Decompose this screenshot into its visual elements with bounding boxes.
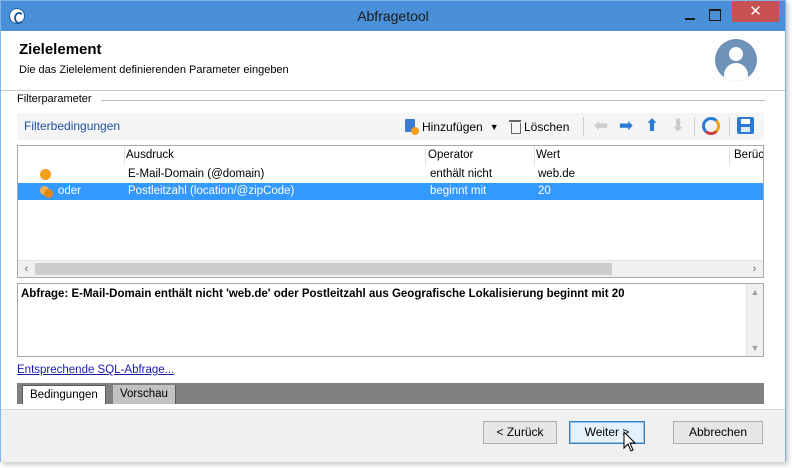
minimize-button[interactable] [683, 11, 697, 21]
row-value: web.de [538, 168, 576, 180]
query-summary[interactable]: Abfrage: E-Mail-Domain enthält nicht 'we… [17, 283, 764, 357]
row-link-operator[interactable]: oder [58, 185, 81, 197]
column-header-value[interactable]: Wert [536, 149, 560, 161]
group-label: Filterparameter [17, 93, 95, 105]
tab-conditions[interactable]: Bedingungen [22, 385, 106, 404]
vertical-scrollbar[interactable]: ▲ ▼ [746, 284, 763, 356]
user-icon [715, 39, 757, 81]
maximize-button[interactable] [709, 9, 721, 21]
user-icon-body [724, 63, 748, 81]
column-header-expression[interactable]: Ausdruck [126, 149, 174, 161]
column-header-consider[interactable]: Berüc [734, 149, 763, 161]
scroll-up-icon[interactable]: ▲ [747, 284, 763, 300]
query-summary-text: Abfrage: E-Mail-Domain enthält nicht 'we… [21, 288, 625, 300]
window-title: Abfragetool [357, 8, 429, 24]
add-button-label: Hinzufügen [422, 119, 483, 134]
table-row-selected[interactable]: oder Postleitzahl (location/@zipCode) be… [18, 183, 763, 200]
column-divider [425, 146, 426, 165]
conditions-grid[interactable]: Ausdruck Operator Wert Berüc E-Mail-Doma… [17, 145, 764, 278]
arrow-right-icon[interactable]: ➡ [616, 116, 636, 136]
row-expression: Postleitzahl (location/@zipCode) [128, 185, 295, 197]
title-bar[interactable]: Abfragetool ✕ [1, 1, 785, 31]
row-value: 20 [538, 185, 551, 197]
button-bar: < Zurück Weiter > Abbrechen [1, 409, 785, 462]
column-divider [124, 146, 125, 165]
page-title: Zielelement [19, 41, 102, 58]
arrow-left-icon[interactable]: ⬅ [591, 116, 611, 136]
dialog-window: Abfragetool ✕ Zielelement Die das Zielel… [0, 0, 786, 462]
delete-button-label: Löschen [524, 119, 570, 134]
scroll-down-icon[interactable]: ▼ [747, 340, 763, 356]
row-operator: beginnt mit [430, 185, 487, 197]
group-divider [101, 100, 765, 101]
sql-query-link[interactable]: Entsprechende SQL-Abfrage... [17, 364, 174, 376]
combined-condition-icon [40, 186, 53, 198]
condition-icon [40, 169, 51, 180]
refresh-icon[interactable] [702, 117, 720, 135]
grid-header: Ausdruck Operator Wert Berüc [18, 146, 763, 165]
add-icon [403, 118, 419, 135]
delete-button[interactable]: Löschen [509, 116, 569, 137]
wizard-header: Zielelement Die das Zielelement definier… [1, 31, 785, 91]
scroll-left-icon[interactable]: ‹ [18, 261, 35, 277]
table-row[interactable]: E-Mail-Domain (@domain) enthält nicht we… [18, 166, 763, 183]
arrow-up-icon[interactable]: ⬆ [642, 116, 662, 136]
scroll-right-icon[interactable]: › [746, 261, 763, 277]
user-icon-head [729, 47, 743, 61]
tab-preview[interactable]: Vorschau [113, 385, 176, 404]
row-operator: enthält nicht [430, 168, 493, 180]
save-icon[interactable] [737, 117, 754, 134]
toolbar-separator [694, 117, 695, 136]
column-header-operator[interactable]: Operator [428, 149, 473, 161]
toolbar-separator [583, 117, 584, 136]
column-divider [534, 146, 535, 165]
horizontal-scrollbar[interactable]: ‹ › [18, 260, 763, 277]
close-button[interactable]: ✕ [732, 1, 779, 22]
scrollbar-thumb[interactable] [35, 263, 612, 275]
trash-icon [509, 119, 521, 134]
filter-toolbar: Filterbedingungen Hinzufügen ▼ Löschen ⬅… [17, 113, 764, 140]
add-button[interactable]: Hinzufügen ▼ [403, 116, 499, 137]
tab-strip: Bedingungen Vorschau [17, 383, 764, 404]
mouse-pointer-icon [623, 431, 637, 452]
arrow-down-icon[interactable]: ⬇ [668, 116, 688, 136]
cancel-button[interactable]: Abbrechen [673, 421, 763, 444]
row-expression: E-Mail-Domain (@domain) [128, 168, 265, 180]
caret-down-icon[interactable]: ▼ [490, 122, 499, 132]
page-subtitle: Die das Zielelement definierenden Parame… [19, 64, 289, 76]
filter-conditions-link[interactable]: Filterbedingungen [24, 119, 120, 133]
back-button[interactable]: < Zurück [483, 421, 557, 444]
column-divider [729, 146, 730, 165]
toolbar-separator [729, 117, 730, 136]
